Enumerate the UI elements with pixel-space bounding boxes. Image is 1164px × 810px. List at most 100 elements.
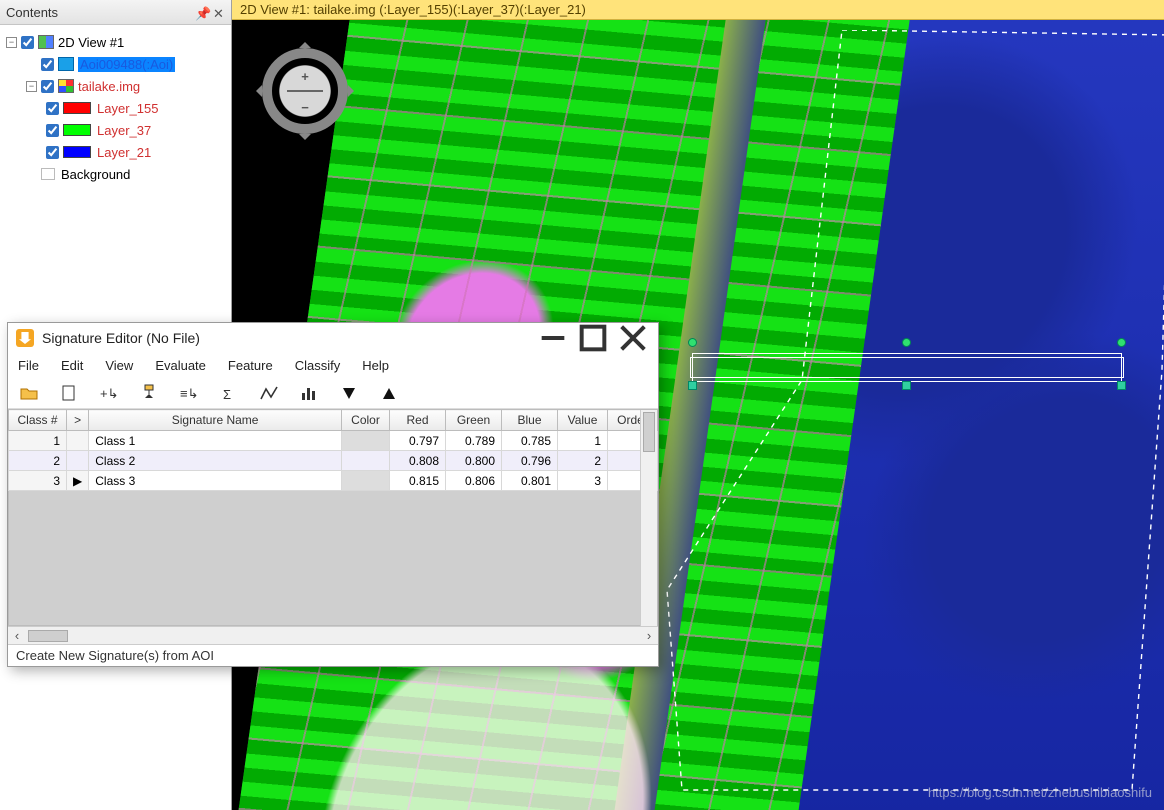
window-title: Signature Editor (No File) [42, 330, 200, 346]
triangle-down-icon[interactable] [338, 382, 360, 404]
handle-icon[interactable] [1117, 381, 1126, 390]
pan-south-icon[interactable] [299, 134, 311, 146]
signature-table[interactable]: Class # > Signature Name Color Red Green… [8, 409, 658, 491]
menu-feature[interactable]: Feature [228, 358, 273, 373]
cell-color[interactable] [342, 451, 390, 471]
selection-rectangle[interactable] [692, 353, 1122, 382]
table-header-row: Class # > Signature Name Color Red Green… [9, 410, 658, 431]
scrollbar-thumb[interactable] [643, 412, 655, 452]
col-signame[interactable]: Signature Name [89, 410, 342, 431]
checkbox[interactable] [41, 58, 54, 71]
pan-west-icon[interactable] [250, 85, 262, 97]
zoom-out-icon[interactable]: − [301, 100, 309, 115]
scroll-right-icon[interactable]: › [640, 628, 658, 643]
svg-text:Σ: Σ [223, 387, 231, 402]
col-value[interactable]: Value [558, 410, 608, 431]
cell-value: 1 [558, 431, 608, 451]
menu-bar: File Edit View Evaluate Feature Classify… [8, 353, 658, 377]
tree-label: Background [61, 167, 130, 182]
tree-node-img[interactable]: − tailake.img [4, 75, 227, 97]
handle-icon[interactable] [902, 381, 911, 390]
maximize-button[interactable] [576, 327, 610, 349]
sum-icon[interactable]: Σ [218, 382, 240, 404]
tree-label: 2D View #1 [58, 35, 124, 50]
scrollbar-thumb[interactable] [28, 630, 68, 642]
col-blue[interactable]: Blue [502, 410, 558, 431]
tree-node-layer-red[interactable]: Layer_155 [4, 97, 227, 119]
contents-header: Contents 📌 ✕ [0, 0, 231, 25]
col-red[interactable]: Red [390, 410, 446, 431]
tree-label: Aoi009488(:Aoi) [78, 57, 175, 72]
raster-icon [58, 79, 74, 93]
tree-node-view[interactable]: − 2D View #1 [4, 31, 227, 53]
cell-blue: 0.796 [502, 451, 558, 471]
cell-signame[interactable]: Class 3 [89, 471, 342, 491]
cell-signame[interactable]: Class 2 [89, 451, 342, 471]
cell-red: 0.815 [390, 471, 446, 491]
handle-icon[interactable] [688, 381, 697, 390]
table-row[interactable]: 3▶Class 30.8150.8060.80133 [9, 471, 658, 491]
merge-icon[interactable] [138, 382, 160, 404]
close-button[interactable] [616, 327, 650, 349]
col-classnum[interactable]: Class # [9, 410, 67, 431]
col-arrow[interactable]: > [67, 410, 89, 431]
tree-node-background[interactable]: Background [4, 163, 227, 185]
checkbox[interactable] [46, 146, 59, 159]
menu-edit[interactable]: Edit [61, 358, 83, 373]
col-green[interactable]: Green [446, 410, 502, 431]
col-color[interactable]: Color [342, 410, 390, 431]
pan-north-icon[interactable] [299, 36, 311, 48]
open-icon[interactable] [18, 382, 40, 404]
cell-color[interactable] [342, 471, 390, 491]
navigation-compass[interactable]: + − [250, 36, 360, 146]
handle-icon[interactable] [1117, 338, 1126, 347]
contents-title: Contents [6, 5, 58, 20]
tree-node-layer-blue[interactable]: Layer_21 [4, 141, 227, 163]
view-header-text: 2D View #1: tailake.img (:Layer_155)(:La… [240, 2, 586, 17]
expander-icon[interactable]: − [26, 81, 37, 92]
triangle-up-icon[interactable] [378, 382, 400, 404]
signature-grid: Class # > Signature Name Color Red Green… [8, 409, 658, 644]
checkbox[interactable] [46, 124, 59, 137]
menu-view[interactable]: View [105, 358, 133, 373]
add-signature-icon[interactable]: +↳ [98, 382, 120, 404]
expander-icon[interactable]: − [6, 37, 17, 48]
pan-east-icon[interactable] [348, 85, 360, 97]
replace-icon[interactable]: ≡↳ [178, 382, 200, 404]
menu-file[interactable]: File [18, 358, 39, 373]
vertical-scrollbar[interactable] [640, 410, 657, 626]
menu-evaluate[interactable]: Evaluate [155, 358, 206, 373]
close-panel-icon[interactable]: ✕ [213, 6, 225, 18]
red-swatch-icon [63, 102, 91, 114]
pin-icon[interactable]: 📌 [195, 6, 207, 18]
horizontal-scrollbar[interactable]: ‹ › [8, 626, 658, 644]
minimize-button[interactable] [536, 327, 570, 349]
cell-color[interactable] [342, 431, 390, 451]
tree-label: Layer_155 [97, 101, 158, 116]
checkbox[interactable] [41, 80, 54, 93]
tree-label: tailake.img [78, 79, 140, 94]
new-icon[interactable] [58, 382, 80, 404]
mean-plot-icon[interactable] [258, 382, 280, 404]
tree-node-aoi[interactable]: Aoi009488(:Aoi) [4, 53, 227, 75]
expander-empty [26, 59, 37, 70]
menu-classify[interactable]: Classify [295, 358, 341, 373]
checkbox[interactable] [46, 102, 59, 115]
cell-green: 0.789 [446, 431, 502, 451]
table-row[interactable]: 2Class 20.8080.8000.79622 [9, 451, 658, 471]
cell-signame[interactable]: Class 1 [89, 431, 342, 451]
blue-swatch-icon [63, 146, 91, 158]
checkbox[interactable] [21, 36, 34, 49]
handle-icon[interactable] [902, 338, 911, 347]
histogram-icon[interactable] [298, 382, 320, 404]
tree-node-layer-green[interactable]: Layer_37 [4, 119, 227, 141]
contents-tree: − 2D View #1 Aoi009488(:Aoi) − tailake.i… [0, 25, 231, 191]
menu-help[interactable]: Help [362, 358, 389, 373]
signature-editor-titlebar[interactable]: Signature Editor (No File) [8, 323, 658, 353]
table-row[interactable]: 1Class 10.7970.7890.78511 [9, 431, 658, 451]
zoom-in-icon[interactable]: + [301, 69, 309, 84]
grid-empty-area [8, 491, 658, 626]
handle-icon[interactable] [688, 338, 697, 347]
view-header: 2D View #1: tailake.img (:Layer_155)(:La… [232, 0, 1164, 20]
scroll-left-icon[interactable]: ‹ [8, 628, 26, 643]
